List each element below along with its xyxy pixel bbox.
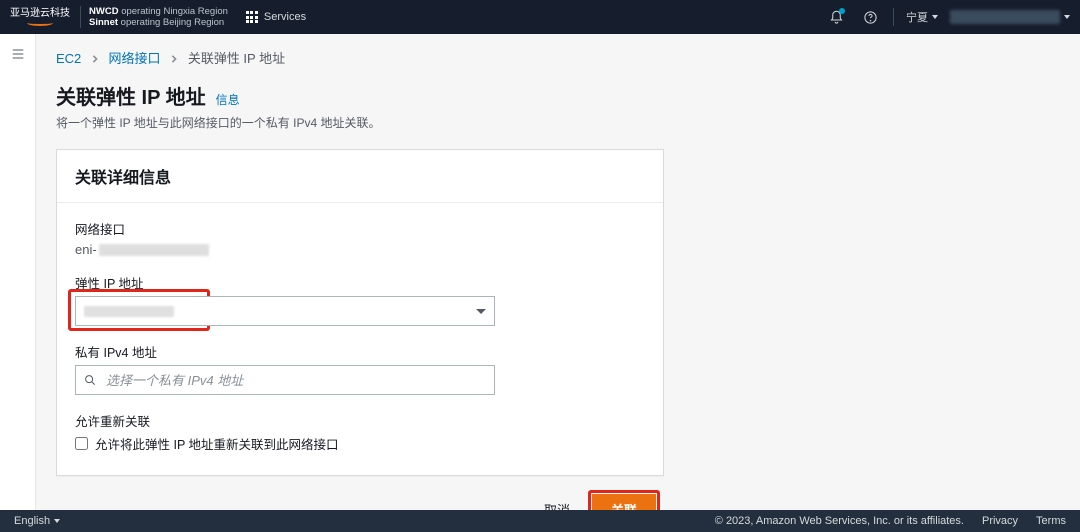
- field-network-interface: 网络接口 eni-: [75, 219, 645, 257]
- elastic-ip-value-redacted: [84, 306, 174, 317]
- network-interface-label: 网络接口: [75, 219, 645, 238]
- language-label: English: [14, 515, 50, 527]
- caret-down-icon: [54, 519, 60, 523]
- footer-right: © 2023, Amazon Web Services, Inc. or its…: [715, 515, 1066, 527]
- nav-divider: [893, 8, 894, 26]
- account-menu[interactable]: [950, 10, 1070, 24]
- nav-left: 亚马逊云科技 NWCD operating Ningxia Region Sin…: [10, 6, 314, 29]
- logo-text: 亚马逊云科技: [10, 9, 70, 19]
- region-selector[interactable]: 宁夏: [906, 9, 938, 25]
- footer: English © 2023, Amazon Web Services, Inc…: [0, 510, 1080, 532]
- terms-link[interactable]: Terms: [1036, 515, 1066, 527]
- breadcrumb-network-interfaces[interactable]: 网络接口: [109, 51, 161, 66]
- action-row: 取消 关联: [56, 476, 664, 510]
- private-ip-search[interactable]: [75, 365, 495, 395]
- reassociate-label: 允许重新关联: [75, 411, 645, 430]
- field-reassociate: 允许重新关联 允许将此弹性 IP 地址重新关联到此网络接口: [75, 411, 645, 453]
- reassociate-checkbox-row[interactable]: 允许将此弹性 IP 地址重新关联到此网络接口: [75, 434, 645, 453]
- page-title: 关联弹性 IP 地址 信息: [56, 81, 1060, 110]
- services-menu[interactable]: Services: [238, 11, 314, 23]
- sidebar-toggle-button[interactable]: [10, 46, 26, 510]
- private-ip-input[interactable]: [104, 372, 486, 389]
- operator-info: NWCD operating Ningxia Region Sinnet ope…: [80, 6, 228, 29]
- field-private-ip: 私有 IPv4 地址: [75, 342, 645, 395]
- panel-header: 关联详细信息: [57, 150, 663, 203]
- nav-right: 宁夏: [825, 6, 1070, 28]
- notification-dot-icon: [839, 8, 845, 14]
- breadcrumb: EC2 网络接口 关联弹性 IP 地址: [56, 48, 1060, 67]
- elastic-ip-select[interactable]: [75, 296, 495, 326]
- privacy-link[interactable]: Privacy: [982, 515, 1018, 527]
- network-interface-value: eni-: [75, 242, 645, 257]
- region-label: 宁夏: [906, 9, 928, 25]
- panel-body: 网络接口 eni- 弹性 IP 地址 私有 IPv4 地址: [57, 203, 663, 475]
- copyright-text: © 2023, Amazon Web Services, Inc. or its…: [715, 515, 964, 527]
- services-grid-icon: [246, 11, 258, 23]
- help-icon[interactable]: [859, 6, 881, 28]
- sidebar-toggle-area: [0, 34, 36, 510]
- info-link[interactable]: 信息: [216, 91, 240, 108]
- main-content: EC2 网络接口 关联弹性 IP 地址 关联弹性 IP 地址 信息 将一个弹性 …: [36, 34, 1080, 510]
- reassociate-checkbox-label: 允许将此弹性 IP 地址重新关联到此网络接口: [95, 434, 339, 453]
- top-nav: 亚马逊云科技 NWCD operating Ningxia Region Sin…: [0, 0, 1080, 34]
- caret-down-icon: [476, 309, 486, 314]
- aws-logo[interactable]: 亚马逊云科技: [10, 9, 70, 26]
- caret-down-icon: [932, 15, 938, 19]
- language-selector[interactable]: English: [14, 515, 60, 527]
- breadcrumb-current: 关联弹性 IP 地址: [188, 51, 285, 66]
- caret-down-icon: [1064, 15, 1070, 19]
- eni-id-redacted: [99, 244, 209, 256]
- associate-button[interactable]: 关联: [592, 494, 656, 510]
- reassociate-checkbox[interactable]: [75, 437, 88, 450]
- associate-panel: 关联详细信息 网络接口 eni- 弹性 IP 地址 私有: [56, 149, 664, 476]
- elastic-ip-label: 弹性 IP 地址: [75, 273, 645, 292]
- cancel-button[interactable]: 取消: [542, 496, 572, 510]
- chevron-right-icon: [91, 51, 99, 66]
- notifications-icon[interactable]: [825, 6, 847, 28]
- search-icon: [83, 373, 97, 387]
- chevron-right-icon: [170, 51, 178, 66]
- page-subtitle: 将一个弹性 IP 地址与此网络接口的一个私有 IPv4 地址关联。: [56, 114, 1060, 131]
- submit-highlight: 关联: [588, 490, 660, 510]
- account-name-redacted: [950, 10, 1060, 24]
- breadcrumb-ec2[interactable]: EC2: [56, 51, 81, 66]
- private-ip-label: 私有 IPv4 地址: [75, 342, 645, 361]
- field-elastic-ip: 弹性 IP 地址: [75, 273, 645, 326]
- logo-smile-icon: [27, 20, 53, 26]
- services-label: Services: [264, 11, 306, 23]
